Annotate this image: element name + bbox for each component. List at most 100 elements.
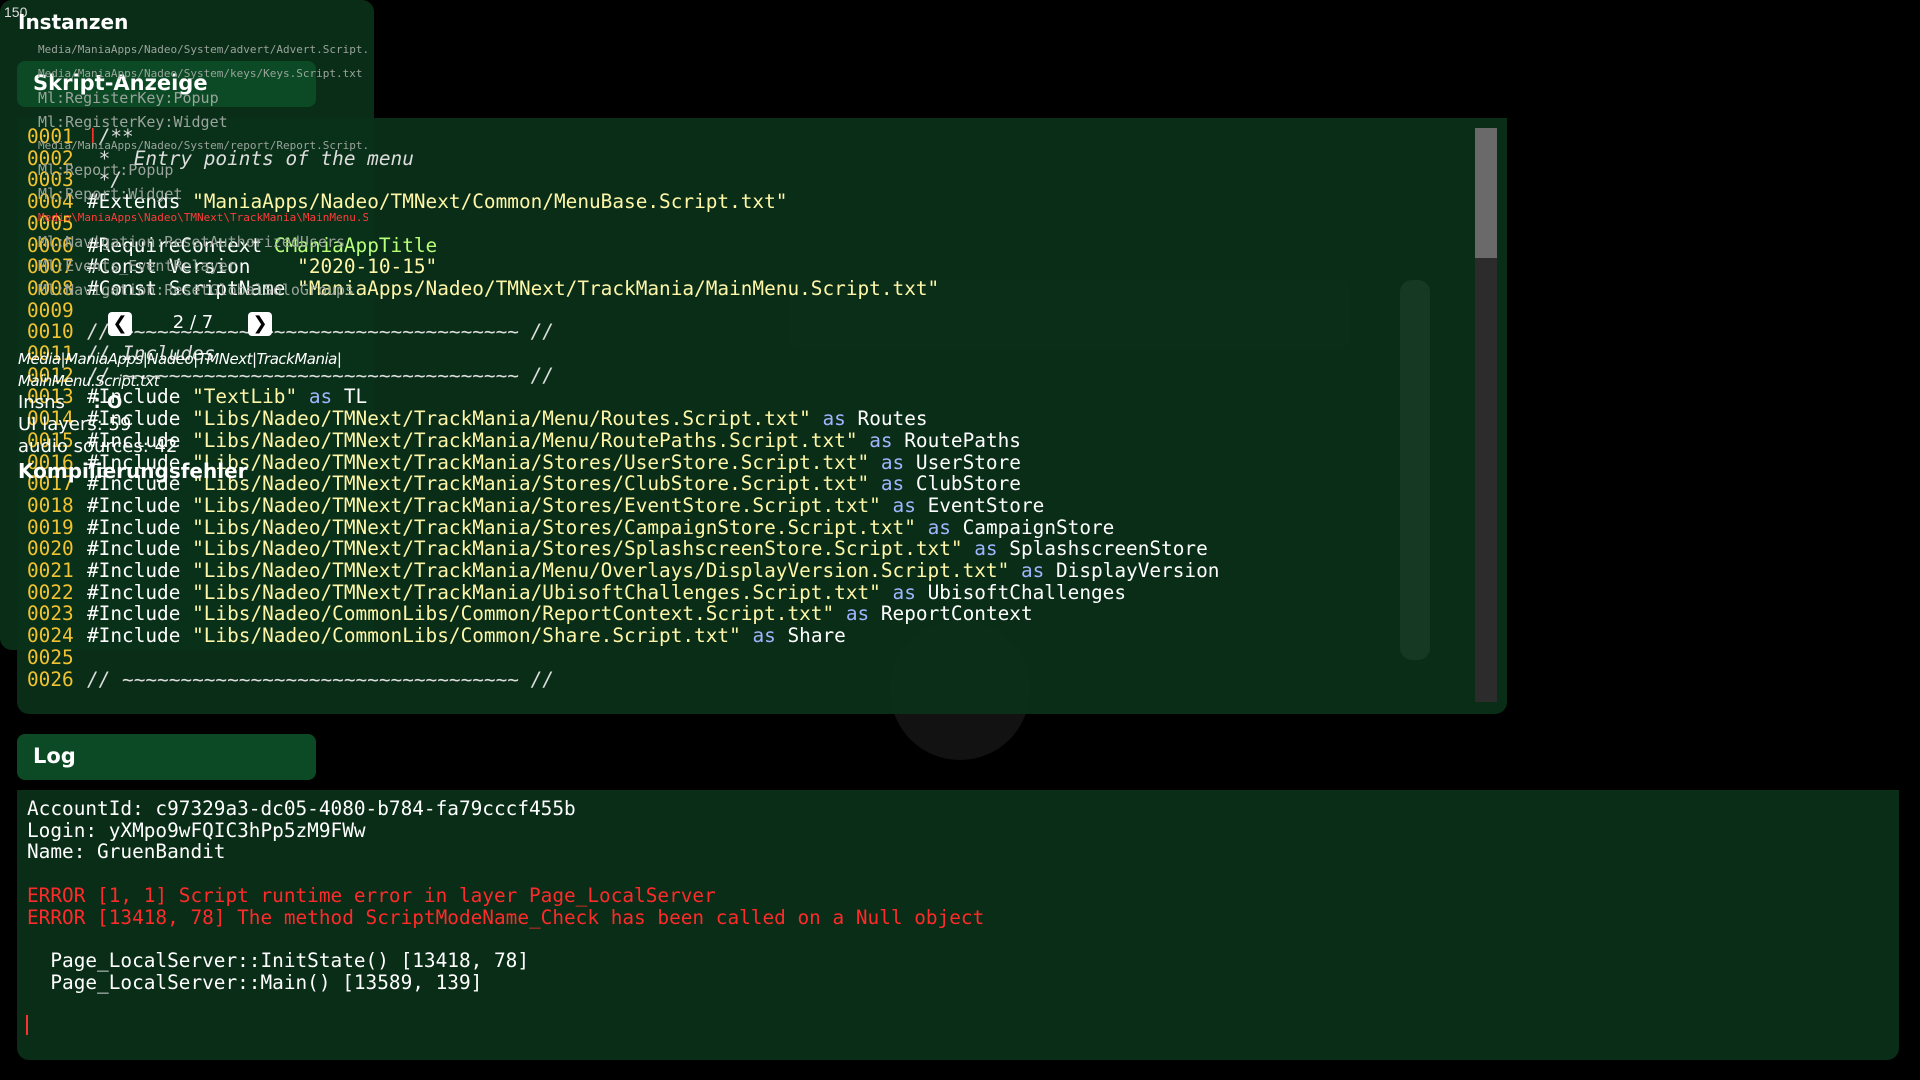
pager-prev-icon[interactable]: ❮ bbox=[108, 312, 132, 336]
code-token: #Include bbox=[87, 537, 193, 561]
instance-info: Media|ManiaApps|Nadeo|TMNext|TrackMania|… bbox=[18, 348, 368, 484]
instance-item-label: Media/ManiaApps/Nadeo/System/advert/Adve… bbox=[38, 43, 368, 56]
line-number: 0025 bbox=[27, 645, 74, 669]
code-token: as bbox=[834, 602, 881, 626]
line-number: 0009 bbox=[27, 298, 74, 322]
code-token: #Include bbox=[87, 493, 193, 517]
code-token: as bbox=[869, 450, 916, 474]
insns-line: Insns : O bbox=[18, 392, 368, 414]
insns-value: : O bbox=[93, 392, 123, 413]
line-number: 0021 bbox=[27, 559, 74, 583]
instance-item[interactable]: Ml:Navigation:ResetGlobalSoloGroups bbox=[38, 278, 368, 302]
instance-item-active[interactable]: ❯Media\ManiaApps\Nadeo\TMNext\TrackMania… bbox=[38, 206, 368, 230]
instance-item[interactable]: Media/ManiaApps/Nadeo/System/keys/Keys.S… bbox=[38, 62, 368, 86]
line-number: 0018 bbox=[27, 493, 74, 517]
code-token: "ManiaApps/Nadeo/TMNext/TrackMania/MainM… bbox=[297, 276, 940, 300]
code-line: 0026 // ~~~~~~~~~~~~~~~~~~~~~~~~~~~~~~~~~… bbox=[27, 667, 1219, 691]
selected-path-line2: MainMenu.Script.txt bbox=[18, 372, 160, 390]
line-number: 0010 bbox=[27, 320, 74, 344]
pager-label: 2 / 7 bbox=[172, 312, 214, 333]
log-output[interactable]: AccountId: c97329a3-dc05-4080-b784-fa79c… bbox=[27, 798, 984, 993]
pager-next-icon[interactable]: ❯ bbox=[248, 312, 272, 336]
line-number: 0019 bbox=[27, 515, 74, 539]
insns-label: Insns bbox=[18, 392, 65, 413]
instance-item-label: Media\ManiaApps\Nadeo\TMNext\TrackMania\… bbox=[38, 211, 368, 224]
instances-list: Media/ManiaApps/Nadeo/System/advert/Adve… bbox=[38, 38, 368, 302]
instance-item[interactable]: Ml:Report:Widget bbox=[38, 182, 368, 206]
instance-item-label: Media/ManiaApps/Nadeo/System/report/Repo… bbox=[38, 139, 368, 152]
audio-sources-count: audio sources: 42 bbox=[18, 436, 178, 457]
code-token: as bbox=[857, 428, 905, 452]
code-token: ClubStore bbox=[915, 472, 1021, 496]
log-line: Login: yXMpo9wFQIC3hPp5zM9FWw bbox=[27, 818, 366, 842]
ui-layers-count: UI layers: 59 bbox=[18, 414, 132, 435]
code-token: #Include bbox=[87, 559, 193, 583]
instance-item-label: Ml:Navigation:ResetGlobalSoloGroups bbox=[38, 281, 355, 299]
instance-item[interactable]: Ml:Navigation:ResetAuthorizedUsers bbox=[38, 230, 368, 254]
code-token: Routes bbox=[857, 407, 928, 431]
code-token: #Include bbox=[87, 580, 193, 604]
code-token: Share bbox=[787, 624, 846, 648]
code-token: "Libs/Nadeo/TMNext/TrackMania/Stores/Spl… bbox=[192, 537, 963, 561]
code-line: 0022 #Include "Libs/Nadeo/TMNext/TrackMan… bbox=[27, 580, 1219, 604]
instance-item-label: Ml:RegisterKey:Popup bbox=[38, 89, 219, 107]
script-scroll-thumb[interactable] bbox=[1475, 128, 1497, 258]
log-line: Page_LocalServer::Main() [13589, 139] bbox=[27, 970, 483, 994]
code-token: "Libs/Nadeo/CommonLibs/Common/Share.Scri… bbox=[192, 624, 741, 648]
instance-item[interactable]: Media/ManiaApps/Nadeo/System/report/Repo… bbox=[38, 134, 368, 158]
log-line: Page_LocalServer::InitState() [13418, 78… bbox=[27, 948, 529, 972]
code-token: UbisoftChallenges bbox=[927, 580, 1127, 604]
line-number: 0024 bbox=[27, 624, 74, 648]
code-token: as bbox=[810, 407, 858, 431]
instance-item[interactable]: Ml:RegisterKey:Popup bbox=[38, 86, 368, 110]
instance-item-label: Ml:Report:Widget bbox=[38, 185, 183, 203]
line-number: 0023 bbox=[27, 602, 74, 626]
code-token: DisplayVersion bbox=[1055, 559, 1220, 583]
code-token: SplashscreenStore bbox=[1009, 537, 1208, 561]
instances-pager: ❮ 2 / 7 ❯ bbox=[108, 310, 272, 340]
code-token: "Libs/Nadeo/TMNext/TrackMania/UbisoftCha… bbox=[192, 580, 881, 604]
code-token: #Include bbox=[87, 602, 193, 626]
code-line: 0020 #Include "Libs/Nadeo/TMNext/TrackMan… bbox=[27, 538, 1219, 560]
instance-item-label: Ml:Events_EventRelayer bbox=[38, 257, 237, 275]
line-number: 0026 bbox=[27, 667, 74, 691]
log-error-line: ERROR [1, 1] Script runtime error in lay… bbox=[27, 883, 716, 907]
code-token: as bbox=[1009, 559, 1056, 583]
code-token: as bbox=[962, 537, 1010, 561]
code-token: UserStore bbox=[915, 450, 1021, 474]
code-line: 0019 #Include "Libs/Nadeo/TMNext/TrackMan… bbox=[27, 515, 1219, 539]
code-token: as bbox=[880, 580, 928, 604]
instance-item[interactable]: Ml:Report:Popup bbox=[38, 158, 368, 182]
instance-item-label: Ml:Navigation:ResetAuthorizedUsers bbox=[38, 233, 346, 251]
instance-item[interactable]: Ml:Events_EventRelayer bbox=[38, 254, 368, 278]
code-token: as bbox=[915, 515, 963, 539]
instance-item-label: Ml:RegisterKey:Widget bbox=[38, 113, 228, 131]
instance-item[interactable]: Ml:RegisterKey:Widget bbox=[38, 110, 368, 134]
instance-item[interactable]: Media/ManiaApps/Nadeo/System/advert/Adve… bbox=[38, 38, 368, 62]
code-token: ReportContext bbox=[880, 602, 1033, 626]
selected-path-line1: Media|ManiaApps|Nadeo|TMNext|TrackMania| bbox=[18, 350, 342, 368]
code-token: "Libs/Nadeo/TMNext/TrackMania/Stores/Eve… bbox=[192, 493, 881, 517]
log-line: AccountId: c97329a3-dc05-4080-b784-fa79c… bbox=[27, 797, 576, 820]
instances-title: Instanzen bbox=[18, 10, 129, 34]
log-error-line: ERROR [13418, 78] The method ScriptModeN… bbox=[27, 905, 985, 929]
instance-item-label: Ml:Report:Popup bbox=[38, 161, 174, 179]
line-number: 0020 bbox=[27, 537, 74, 561]
code-line: 0025 bbox=[27, 647, 1219, 669]
script-scrollbar[interactable] bbox=[1475, 128, 1497, 702]
compile-error-button[interactable]: Kompilierungsfehler bbox=[18, 458, 368, 484]
code-token: EventStore bbox=[927, 493, 1045, 517]
log-tab[interactable]: Log bbox=[17, 734, 316, 780]
code-token: "Libs/Nadeo/TMNext/TrackMania/Stores/Cam… bbox=[192, 515, 916, 539]
code-token: RoutePaths bbox=[904, 428, 1021, 452]
code-line: 0021 #Include "Libs/Nadeo/TMNext/TrackMan… bbox=[27, 560, 1219, 582]
code-token: CampaignStore bbox=[962, 515, 1115, 539]
code-token: as bbox=[880, 493, 928, 517]
log-text-cursor bbox=[26, 1015, 28, 1035]
line-number: 0022 bbox=[27, 580, 74, 604]
code-token: "Libs/Nadeo/TMNext/TrackMania/Menu/Overl… bbox=[192, 559, 1010, 583]
code-token: // ~~~~~~~~~~~~~~~~~~~~~~~~~~~~~~~~~~ // bbox=[87, 667, 554, 691]
log-line: Name: GruenBandit bbox=[27, 840, 226, 864]
